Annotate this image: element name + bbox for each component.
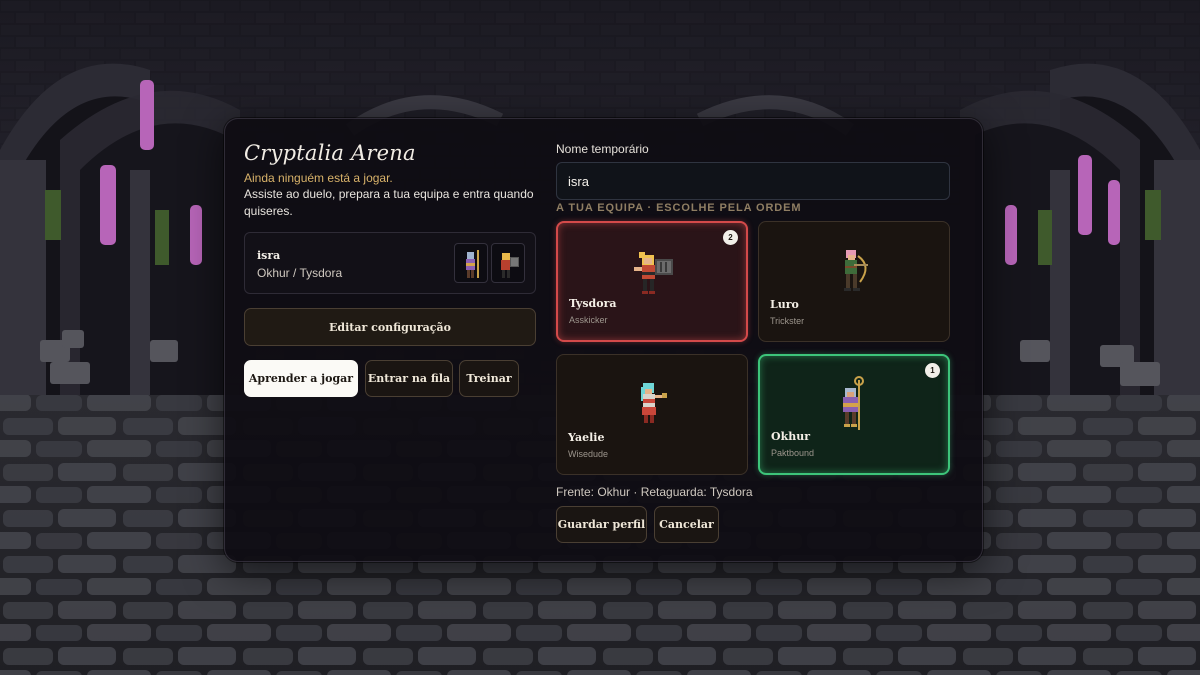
character-name: Tysdora bbox=[569, 297, 617, 310]
character-role: Trickster bbox=[770, 316, 805, 326]
profile-team: Okhur / Tysdora bbox=[257, 266, 343, 280]
character-card-luro[interactable]: Luro Trickster bbox=[758, 221, 950, 342]
character-name: Okhur bbox=[771, 430, 810, 443]
team-heading: A TUA EQUIPA · ESCOLHE PELA ORDEM bbox=[556, 202, 802, 214]
tysdora-sprite bbox=[634, 252, 673, 294]
character-card-tysdora[interactable]: 2 Tysdora Asskicker bbox=[556, 221, 748, 342]
character-role: Wisedude bbox=[568, 449, 609, 459]
character-role: Asskicker bbox=[569, 315, 608, 325]
character-name: Luro bbox=[770, 298, 799, 311]
okhur-portrait-thumb bbox=[454, 243, 488, 283]
arena-panel: Cryptalia Arena Ainda ninguém está a jog… bbox=[224, 118, 983, 562]
luro-sprite bbox=[844, 250, 868, 291]
character-card-yaelie[interactable]: Yaelie Wisedude bbox=[556, 354, 748, 475]
pick-order-badge: 2 bbox=[723, 230, 738, 245]
cancel-button[interactable]: Cancelar bbox=[654, 506, 719, 543]
character-name: Yaelie bbox=[568, 431, 605, 444]
lobby-status: Ainda ninguém está a jogar. bbox=[244, 171, 393, 185]
tysdora-portrait-thumb bbox=[491, 243, 525, 283]
yaelie-sprite bbox=[641, 383, 667, 423]
pick-order-badge: 1 bbox=[925, 363, 940, 378]
game-title: Cryptalia Arena bbox=[244, 141, 416, 165]
character-card-okhur[interactable]: 1 Okhur Paktbound bbox=[758, 354, 950, 475]
join-queue-button[interactable]: Entrar na fila bbox=[365, 360, 453, 397]
temp-name-input[interactable] bbox=[556, 162, 950, 200]
learn-to-play-button[interactable]: Aprender a jogar bbox=[244, 360, 358, 397]
formation-summary: Frente: Okhur · Retaguarda: Tysdora bbox=[556, 485, 753, 499]
okhur-sprite bbox=[843, 376, 864, 430]
save-profile-button[interactable]: Guardar perfil bbox=[556, 506, 647, 543]
lobby-description: Assiste ao duelo, prepara a tua equipa e… bbox=[244, 187, 534, 218]
edit-config-button[interactable]: Editar configuração bbox=[244, 308, 536, 346]
profile-name: isra bbox=[257, 249, 281, 262]
train-button[interactable]: Treinar bbox=[459, 360, 519, 397]
temp-name-label: Nome temporário bbox=[556, 142, 649, 156]
character-role: Paktbound bbox=[771, 448, 815, 458]
profile-summary: isra Okhur / Tysdora bbox=[244, 232, 536, 294]
